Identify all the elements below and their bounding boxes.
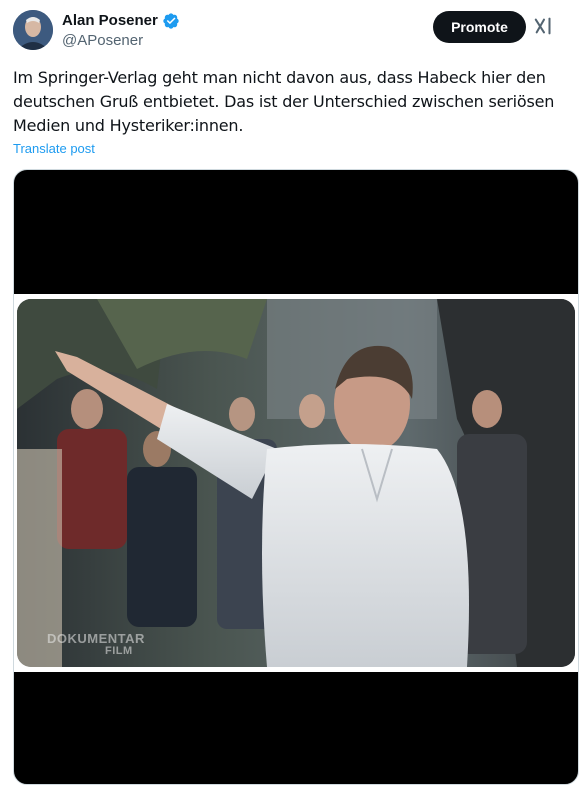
grok-icon[interactable]: [533, 15, 555, 37]
author-name-row: Alan Posener: [62, 11, 180, 31]
post-text: Im Springer-Verlag geht man nicht davon …: [13, 68, 555, 135]
media-frame: DOKUMENTAR FILM: [14, 294, 578, 672]
media-watermark: DOKUMENTAR FILM: [47, 632, 145, 658]
watermark-line1: DOKUMENTAR: [47, 631, 145, 646]
post-photo[interactable]: DOKUMENTAR FILM: [17, 299, 575, 667]
avatar[interactable]: [13, 10, 53, 50]
author-handle[interactable]: @APosener: [62, 31, 143, 51]
author-display-name[interactable]: Alan Posener: [62, 11, 158, 31]
promote-button[interactable]: Promote: [433, 11, 526, 43]
post-media[interactable]: DOKUMENTAR FILM: [13, 169, 579, 785]
verified-badge-icon: [163, 13, 179, 29]
watermark-line2: FILM: [105, 645, 133, 657]
translate-post-link[interactable]: Translate post: [13, 140, 95, 158]
